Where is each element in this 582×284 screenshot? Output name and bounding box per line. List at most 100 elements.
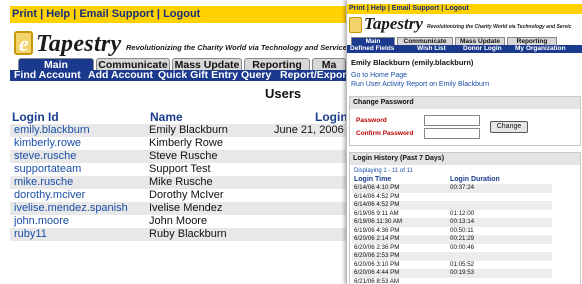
print-link[interactable]: Print: [12, 8, 37, 20]
login-time: 6/19/06 9:11 AM: [354, 209, 399, 217]
login-id-link[interactable]: steve.rusche: [14, 150, 76, 163]
user-activity-report-link[interactable]: Run User Activity Report on Emily Blackb…: [351, 81, 489, 88]
defined-fields-link[interactable]: Defined Fields: [350, 45, 394, 53]
login-id-link[interactable]: mike.rusche: [14, 176, 73, 189]
table-row: 6/20/06 2:53 PM: [352, 252, 552, 261]
table-row[interactable]: john.moore John Moore: [10, 215, 346, 228]
logout-link[interactable]: Logout: [163, 8, 200, 20]
tab-main[interactable]: Main: [351, 37, 395, 45]
table-row[interactable]: emily.blackburn Emily Blackburn June 21, 2…: [10, 124, 353, 137]
table-row: 6/20/06 2:14 PM 00:21:29: [352, 235, 552, 244]
table-row: 6/20/06 4:44 PM 00:19:53: [352, 269, 552, 278]
separator: |: [70, 8, 80, 20]
column-header-login-duration[interactable]: Login Duration: [450, 176, 500, 183]
confirm-password-label: Confirm Password: [356, 130, 414, 137]
my-organization-link[interactable]: My Organization: [515, 45, 566, 53]
login-time: 6/14/06 4:52 PM: [354, 192, 400, 200]
home-page-link[interactable]: Go to Home Page: [351, 72, 407, 79]
table-row: 6/20/06 3:10 PM 01:05:52: [352, 261, 552, 270]
table-row[interactable]: steve.rusche Steve Rusche: [10, 150, 346, 163]
table-row: 6/19/06 11:30 AM 00:13:14: [352, 218, 552, 227]
login-duration: 01:12:00: [450, 209, 475, 217]
table-row: 6/20/06 2:36 PM 00:00:46: [352, 244, 552, 253]
login-duration: 01:05:52: [450, 260, 475, 268]
table-row: 6/21/06 8:53 AM: [352, 278, 552, 284]
user-name: John Moore: [149, 215, 208, 227]
user-name: Mike Rusche: [149, 176, 213, 188]
login-time: 6/14/06 4:10 PM: [354, 184, 400, 191]
tab-mass-update[interactable]: Mass Update: [455, 37, 505, 45]
report-export-link[interactable]: Report/Export: [280, 70, 350, 81]
query-link[interactable]: Query: [241, 70, 271, 81]
login-time: 6/20/06 2:14 PM: [354, 235, 400, 242]
sub-navigation: Find Account Add Account Quick Gift Entr…: [10, 70, 350, 81]
user-name: Ruby Blackburn: [149, 228, 227, 240]
user-name: Support Test: [149, 163, 211, 175]
password-label: Password: [356, 117, 387, 124]
table-row: 6/14/06 4:52 PM: [352, 193, 552, 202]
separator: |: [153, 8, 164, 20]
add-account-link[interactable]: Add Account: [88, 70, 153, 81]
login-duration: 00:13:14: [450, 218, 475, 225]
help-link[interactable]: Help: [46, 8, 70, 20]
login-time: 6/19/06 4:36 PM: [354, 226, 400, 234]
login-duration: 00:37:24: [450, 184, 475, 191]
column-header-name[interactable]: Name: [150, 110, 183, 124]
logo-icon: [349, 17, 362, 33]
users-window: Print | Help | Email Support | Logout e …: [0, 0, 353, 284]
column-header-login-time[interactable]: Login Time: [354, 176, 391, 183]
detail-top-links[interactable]: Print | Help | Email Support | Logout: [347, 4, 582, 14]
login-duration: 00:50:11: [450, 226, 474, 234]
brand-tagline: Revolutionizing the Charity World via Te…: [126, 43, 347, 52]
confirm-password-field[interactable]: [424, 128, 480, 139]
user-heading: Emily Blackburn (emily.blackburn): [351, 58, 474, 67]
brand-name: Tapestry: [36, 31, 122, 57]
login-id-link[interactable]: ruby11: [14, 228, 47, 241]
detail-brand-logo: Tapestry Revolutionizing the Charity Wor…: [349, 14, 582, 36]
user-name: Dorothy McIver: [149, 189, 224, 201]
login-id-link[interactable]: ivelise.mendez.spanish: [14, 202, 128, 215]
table-row: 6/19/06 4:36 PM 00:50:11: [352, 227, 552, 236]
login-id-link[interactable]: emily.blackburn: [14, 124, 90, 137]
login-id-link[interactable]: dorothy.mciver: [14, 189, 85, 202]
detail-tabs: Main Communicate Mass Update Reporting: [347, 37, 582, 45]
table-row: 6/14/06 4:52 PM: [352, 201, 552, 210]
quick-gift-entry-link[interactable]: Quick Gift Entry: [158, 70, 238, 81]
tab-communicate[interactable]: Communicate: [397, 37, 453, 45]
table-row[interactable]: kimberly.rowe Kimberly Rowe: [10, 137, 346, 150]
table-row: 6/19/06 9:11 AM 01:12:00: [352, 210, 552, 219]
table-row[interactable]: mike.rusche Mike Rusche: [10, 176, 346, 189]
table-row[interactable]: ivelise.mendez.spanish Ivelise Mendez: [10, 202, 346, 215]
login-id-link[interactable]: john.moore: [14, 215, 69, 228]
brand-logo: e Tapestry Revolutionizing the Charity W…: [14, 29, 347, 59]
separator: |: [37, 8, 47, 20]
find-account-link[interactable]: Find Account: [14, 70, 81, 81]
login-duration: 00:19:53: [450, 269, 475, 276]
table-row: 6/14/06 4:10 PM 00:37:24: [352, 184, 552, 193]
tab-reporting[interactable]: Reporting: [507, 37, 557, 45]
change-button[interactable]: Change: [490, 121, 528, 133]
donor-login-link[interactable]: Donor Login: [463, 45, 502, 53]
login-time: 6/19/06 11:30 AM: [354, 218, 403, 225]
wish-list-link[interactable]: Wish List: [417, 45, 446, 53]
displaying-count: Displaying 1 - 11 of 11: [354, 168, 413, 174]
table-row[interactable]: ruby11 Ruby Blackburn: [10, 228, 346, 241]
logo-icon: e: [14, 31, 33, 56]
table-row[interactable]: dorothy.mciver Dorothy McIver: [10, 189, 346, 202]
login-duration: 00:00:46: [450, 243, 475, 251]
detail-brand-name: Tapestry: [364, 14, 423, 33]
user-name: Steve Rusche: [149, 150, 218, 162]
password-field[interactable]: [424, 115, 480, 126]
login-time: 6/21/06 8:53 AM: [354, 277, 400, 284]
detail-brand-tagline: Revolutionizing the Charity World via Te…: [427, 24, 572, 30]
login-id-link[interactable]: supportateam: [14, 163, 81, 176]
column-header-login-id[interactable]: Login Id: [12, 110, 59, 124]
table-row[interactable]: supportateam Support Test: [10, 163, 346, 176]
email-support-link[interactable]: Email Support: [79, 8, 154, 20]
login-history-panel: Login History (Past 7 Days) Displaying 1…: [349, 152, 581, 284]
column-header-login[interactable]: Login: [315, 110, 348, 124]
user-name: Ivelise Mendez: [149, 202, 223, 214]
login-id-link[interactable]: kimberly.rowe: [14, 137, 81, 150]
login-duration: 00:21:29: [450, 235, 475, 242]
login-time: 6/20/06 3:10 PM: [354, 260, 400, 268]
